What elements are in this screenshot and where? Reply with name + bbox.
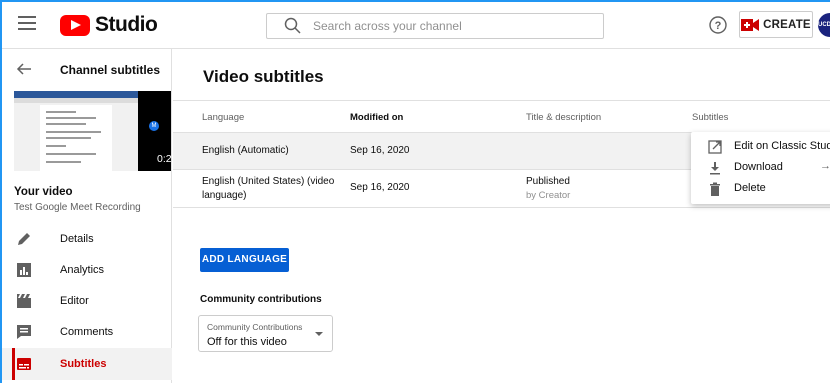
back-arrow-icon[interactable] — [16, 61, 32, 77]
sidebar: Channel subtitles M 0:24 Your video — [2, 49, 172, 383]
thumbnail-document — [14, 91, 138, 171]
subtitles-icon — [17, 358, 31, 370]
page-title: Video subtitles — [203, 67, 324, 86]
dropdown-caret-icon — [315, 332, 323, 336]
video-name: Test Google Meet Recording — [14, 202, 141, 213]
help-icon[interactable]: ? — [709, 16, 727, 34]
create-button[interactable]: CREATE — [739, 11, 813, 38]
studio-logo[interactable]: Studio — [60, 12, 158, 38]
row-language: English (Automatic) — [202, 145, 289, 156]
sidebar-item-label: Comments — [60, 326, 114, 338]
column-header-modified[interactable]: Modified on — [350, 112, 403, 123]
row-language-line2: language) — [202, 190, 247, 201]
external-link-icon — [708, 140, 722, 154]
top-bar: Studio ? CREATE UCD GO — [2, 2, 830, 49]
menu-item-label: Download — [734, 161, 783, 173]
pencil-icon — [18, 233, 30, 245]
main-content: Video subtitles Language Modified on Tit… — [173, 49, 830, 383]
video-duration: 0:24 — [157, 153, 171, 165]
search-box[interactable] — [266, 13, 604, 39]
participant-icon: M — [149, 121, 159, 131]
sidebar-item-analytics[interactable]: Analytics — [2, 254, 172, 286]
your-video-heading: Your video — [14, 186, 73, 198]
sidebar-header: Channel subtitles — [2, 49, 172, 89]
svg-text:?: ? — [715, 20, 722, 32]
community-contributions-select[interactable]: Community Contributions Off for this vid… — [198, 315, 333, 352]
sidebar-item-label: Editor — [60, 295, 89, 307]
create-label: CREATE — [763, 18, 811, 31]
menu-item-edit-classic[interactable]: Edit on Classic Studio — [691, 137, 830, 157]
logo-text: Studio — [95, 13, 158, 36]
search-icon[interactable] — [283, 16, 303, 36]
select-label: Community Contributions — [207, 322, 303, 332]
subtitle-options-menu: Edit on Classic Studio Download → Delete — [691, 132, 830, 204]
row-modified: Sep 16, 2020 — [350, 182, 410, 193]
video-thumbnail[interactable]: M 0:24 — [14, 91, 171, 171]
sidebar-item-comments[interactable]: Comments — [2, 316, 172, 348]
publish-author: by Creator — [526, 190, 571, 201]
youtube-play-icon — [60, 14, 90, 36]
analytics-icon — [17, 263, 31, 277]
menu-item-download[interactable]: Download → — [691, 158, 830, 178]
sidebar-item-subtitles[interactable]: Subtitles — [2, 348, 172, 380]
download-icon — [710, 162, 720, 175]
studio-window: Studio ? CREATE UCD GO — [0, 0, 830, 383]
community-contributions-heading: Community contributions — [200, 294, 322, 305]
table-header: Language Modified on Title & description… — [173, 100, 830, 133]
menu-item-delete[interactable]: Delete — [691, 179, 830, 199]
row-language-line1: English (United States) (video — [202, 176, 335, 187]
column-header-subtitles: Subtitles — [692, 112, 729, 123]
sidebar-item-label: Subtitles — [60, 358, 107, 370]
column-header-title-description: Title & description — [526, 112, 602, 123]
row-modified: Sep 16, 2020 — [350, 145, 410, 156]
column-header-language: Language — [202, 112, 245, 123]
add-language-button[interactable]: ADD LANGUAGE — [200, 248, 289, 272]
sidebar-item-editor[interactable]: Editor — [2, 285, 172, 317]
publish-status: Published — [526, 176, 570, 187]
clapper-icon — [17, 294, 31, 308]
submenu-arrow-icon: → — [820, 160, 830, 172]
sidebar-item-label: Analytics — [60, 264, 105, 276]
trash-icon — [710, 182, 720, 196]
sidebar-item-label: Details — [60, 233, 94, 245]
row-language: English (United States) (video language) — [202, 175, 334, 203]
menu-icon[interactable] — [18, 16, 36, 30]
search-input[interactable] — [313, 19, 573, 33]
avatar[interactable]: UCD GO — [818, 13, 830, 37]
comments-icon — [17, 325, 31, 339]
menu-item-label: Edit on Classic Studio — [734, 140, 830, 152]
sidebar-item-details[interactable]: Details — [2, 223, 172, 255]
create-video-icon — [741, 18, 760, 31]
select-value: Off for this video — [207, 336, 287, 348]
sidebar-title: Channel subtitles — [60, 63, 161, 77]
row-title-description: Published by Creator — [526, 175, 570, 203]
menu-item-label: Delete — [734, 182, 766, 194]
